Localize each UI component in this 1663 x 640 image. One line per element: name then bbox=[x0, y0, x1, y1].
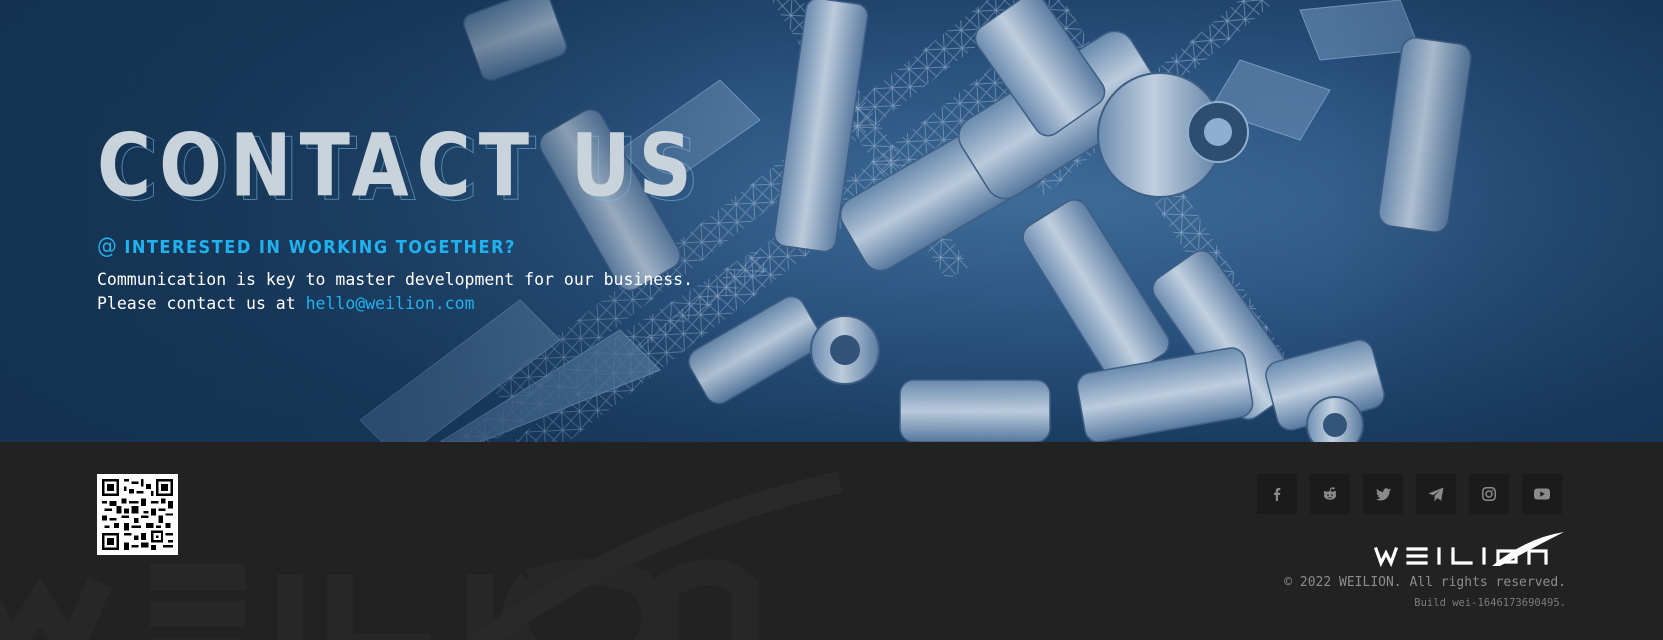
instagram-icon bbox=[1482, 487, 1496, 501]
qr-code-image bbox=[102, 479, 173, 550]
instagram-link[interactable] bbox=[1469, 474, 1509, 514]
at-icon: @ bbox=[97, 234, 119, 259]
qr-code bbox=[97, 474, 178, 555]
contact-description: Communication is key to master developme… bbox=[97, 268, 693, 316]
youtube-link[interactable] bbox=[1522, 474, 1562, 514]
build-version: Build wei-1646173690495. bbox=[1414, 597, 1566, 609]
twitter-icon bbox=[1375, 487, 1391, 500]
weilion-logo bbox=[1373, 532, 1564, 568]
email-link[interactable]: hello@weilion.com bbox=[306, 294, 475, 313]
page-title-wrap: CONTACT US CONTACT US bbox=[97, 116, 700, 217]
description-line-1: Communication is key to master developme… bbox=[97, 270, 694, 289]
reddit-link[interactable] bbox=[1310, 474, 1350, 514]
description-line-2: Please contact us at hello@weilion.com bbox=[97, 292, 693, 316]
youtube-icon bbox=[1534, 488, 1550, 500]
subtitle: @ INTERESTED IN WORKING TOGETHER? bbox=[97, 234, 516, 259]
copyright-text: © 2022 WEILION. All rights reserved. bbox=[1284, 575, 1566, 590]
hero-overlay bbox=[0, 0, 1663, 442]
facebook-link[interactable] bbox=[1257, 474, 1297, 514]
social-links bbox=[1257, 474, 1562, 514]
subtitle-text: INTERESTED IN WORKING TOGETHER? bbox=[124, 237, 516, 258]
description-prefix: Please contact us at bbox=[97, 294, 306, 313]
facebook-icon bbox=[1274, 488, 1281, 501]
reddit-icon bbox=[1323, 487, 1337, 500]
twitter-link[interactable] bbox=[1363, 474, 1403, 514]
footer: © 2022 WEILION. All rights reserved. Bui… bbox=[0, 442, 1663, 640]
page-title: CONTACT US bbox=[97, 116, 700, 217]
telegram-icon bbox=[1428, 487, 1444, 501]
telegram-link[interactable] bbox=[1416, 474, 1456, 514]
contact-hero: CONTACT US CONTACT US @ INTERESTED IN WOR… bbox=[0, 0, 1663, 442]
